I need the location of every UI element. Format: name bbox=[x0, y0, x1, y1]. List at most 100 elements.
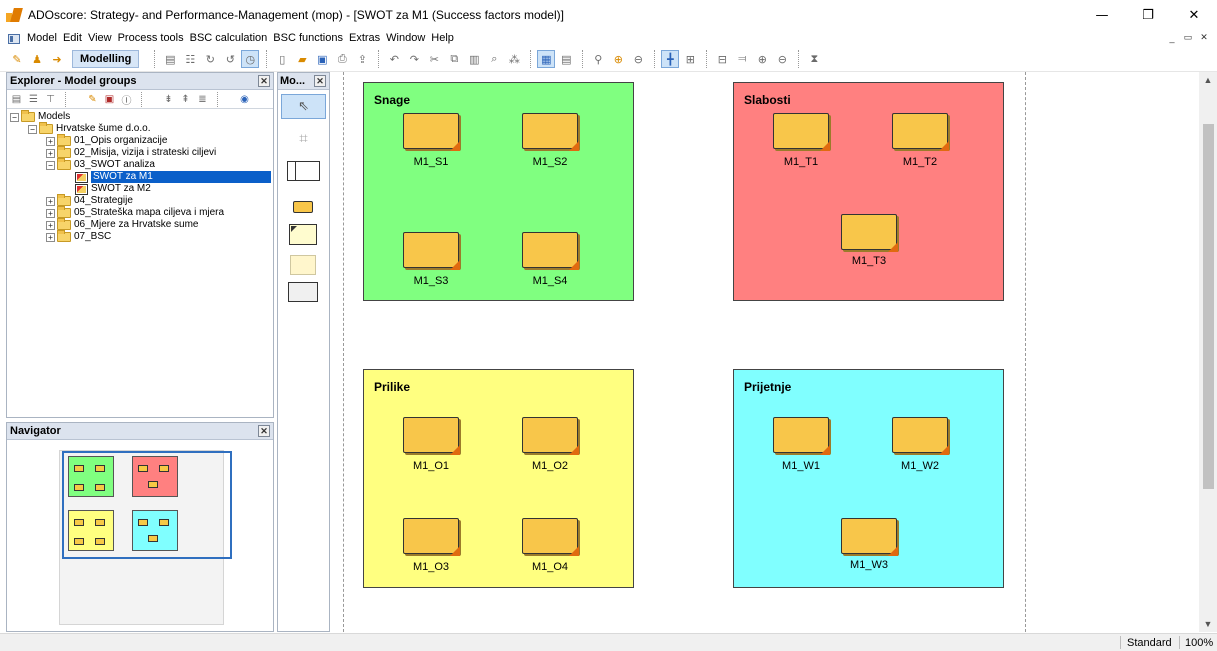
cut-icon[interactable]: ✂ bbox=[425, 50, 443, 68]
note-m1-w2[interactable] bbox=[892, 417, 949, 455]
collapse-icon[interactable]: − bbox=[10, 112, 19, 122]
navigator-viewport[interactable] bbox=[62, 451, 232, 559]
expand-icon[interactable]: + bbox=[46, 136, 55, 146]
layout-icon[interactable]: ⊟ bbox=[713, 50, 731, 68]
note-m1-s1[interactable] bbox=[403, 113, 460, 151]
expand-icon[interactable]: + bbox=[46, 148, 55, 158]
model-group-icon[interactable]: ▣ bbox=[102, 92, 117, 107]
tree-item-bsc[interactable]: + 07_BSC bbox=[7, 230, 273, 243]
note-m1-s4[interactable] bbox=[522, 232, 579, 270]
tree-item-strategije[interactable]: + 04_Strategije bbox=[7, 194, 273, 207]
find-icon[interactable]: ⌕ bbox=[485, 50, 503, 68]
note-m1-t1[interactable] bbox=[773, 113, 830, 151]
quadrant-prilike[interactable]: Prilike M1_O1 M1_O2 M1_O3 M1_O4 bbox=[363, 369, 634, 588]
component-mode-label[interactable]: Modelling bbox=[72, 50, 140, 68]
collapse-icon[interactable]: − bbox=[46, 160, 55, 170]
expand-icon[interactable]: + bbox=[46, 208, 55, 218]
tree-view-icon[interactable]: ☷ bbox=[181, 50, 199, 68]
collapse-all-icon[interactable]: ⇞ bbox=[178, 92, 193, 107]
zoom-icon[interactable]: ⚲ bbox=[589, 50, 607, 68]
analysis-icon[interactable]: ♟ bbox=[28, 50, 46, 68]
document-icon[interactable] bbox=[8, 33, 20, 44]
save-icon[interactable]: ▣ bbox=[313, 50, 331, 68]
area-tool-icon[interactable] bbox=[288, 253, 318, 277]
expand-icon[interactable]: + bbox=[46, 232, 55, 242]
paste-icon[interactable]: ▥ bbox=[465, 50, 483, 68]
grid-view-icon[interactable]: ▦ bbox=[537, 50, 556, 68]
table-view-icon[interactable]: ▤ bbox=[557, 50, 575, 68]
tree-item-swot-za-m2[interactable]: SWOT za M2 bbox=[7, 183, 273, 195]
expand-icon[interactable]: + bbox=[46, 220, 55, 230]
copy-icon[interactable]: ⧉ bbox=[445, 50, 463, 68]
connector-tool-icon[interactable]: ⌗ bbox=[281, 125, 326, 150]
help-icon[interactable]: ◉ bbox=[237, 92, 252, 107]
tree-item-strateska-mapa[interactable]: + 05_Strateška mapa ciljeva i mjera bbox=[7, 206, 273, 219]
note-tool-icon[interactable] bbox=[292, 199, 314, 214]
tree-item-opis-organizacije[interactable]: + 01_Opis organizacije bbox=[7, 134, 273, 147]
note-m1-t3[interactable] bbox=[841, 214, 898, 252]
undo-icon[interactable]: ↶ bbox=[385, 50, 403, 68]
note-m1-o3[interactable] bbox=[403, 518, 460, 556]
export-icon[interactable]: ⇪ bbox=[353, 50, 371, 68]
tree-item-hrvatske-sume[interactable]: − Hrvatske šume d.o.o. bbox=[7, 122, 273, 135]
explorer-close-button[interactable]: ✕ bbox=[258, 75, 270, 87]
note-m1-o4[interactable] bbox=[522, 518, 579, 556]
zoom-out-icon[interactable]: ⊖ bbox=[629, 50, 647, 68]
quadrant-prijetnje[interactable]: Prijetnje M1_W1 M1_W2 M1_W3 bbox=[733, 369, 1004, 588]
scroll-up-icon[interactable]: ▲ bbox=[1199, 72, 1217, 88]
note-m1-o1[interactable] bbox=[403, 417, 460, 455]
note-m1-t2[interactable] bbox=[892, 113, 949, 151]
minimize-button[interactable]: — bbox=[1079, 0, 1125, 30]
navigator-overview[interactable] bbox=[59, 450, 232, 625]
clock-icon[interactable]: ◷ bbox=[241, 50, 260, 68]
expand-icon[interactable]: + bbox=[46, 196, 55, 206]
tree-item-misija-vizija[interactable]: + 02_Misija, vizija i strateski ciljevi bbox=[7, 146, 273, 159]
print-icon[interactable]: ⎙ bbox=[333, 50, 351, 68]
maximize-button[interactable]: ❐ bbox=[1125, 0, 1171, 30]
import-export-icon[interactable]: ➜ bbox=[48, 50, 66, 68]
menu-process-tools[interactable]: Process tools bbox=[115, 30, 187, 47]
model-canvas[interactable]: Snage M1_S1 M1_S2 M1_S3 M1_S4 Slabosti M… bbox=[333, 72, 1199, 632]
redo-icon[interactable]: ↷ bbox=[405, 50, 423, 68]
pointer-tool-icon[interactable]: ⇖ bbox=[281, 94, 326, 119]
scrollbar-thumb[interactable] bbox=[1203, 124, 1214, 489]
refresh-icon[interactable]: ↻ bbox=[201, 50, 219, 68]
zoom-in-icon[interactable]: ⊕ bbox=[609, 50, 627, 68]
note-m1-w3[interactable] bbox=[841, 518, 898, 556]
text-box-tool-icon[interactable] bbox=[288, 222, 318, 246]
edit-icon[interactable]: ✎ bbox=[85, 92, 100, 107]
list-icon[interactable]: ☰ bbox=[26, 92, 41, 107]
group-tool-icon[interactable] bbox=[287, 281, 319, 303]
palette-close-button[interactable]: ✕ bbox=[314, 75, 326, 87]
quadrant-slabosti[interactable]: Slabosti M1_T1 M1_T2 M1_T3 bbox=[733, 82, 1004, 301]
note-m1-s3[interactable] bbox=[403, 232, 460, 270]
collapse-icon[interactable]: − bbox=[28, 124, 37, 134]
vertical-scrollbar[interactable]: ▲ ▼ bbox=[1199, 72, 1217, 632]
tree-item-swot-za-m1[interactable]: SWOT za M1 bbox=[7, 171, 273, 183]
align-vertical-icon[interactable]: ⊖ bbox=[773, 50, 791, 68]
menu-view[interactable]: View bbox=[85, 30, 115, 47]
mdi-restore-button[interactable]: ▭ bbox=[1181, 31, 1195, 44]
menu-extras[interactable]: Extras bbox=[346, 30, 383, 47]
reload-icon[interactable]: ↺ bbox=[221, 50, 239, 68]
modelling-pencil-icon[interactable]: ✎ bbox=[8, 50, 26, 68]
hourglass-icon[interactable]: ⧗ bbox=[805, 50, 823, 68]
swimlane-tool-icon[interactable] bbox=[287, 160, 320, 182]
navigator-close-button[interactable]: ✕ bbox=[258, 425, 270, 437]
close-button[interactable]: ✕ bbox=[1171, 0, 1217, 30]
note-m1-w1[interactable] bbox=[773, 417, 830, 455]
quadrant-snage[interactable]: Snage M1_S1 M1_S2 M1_S3 M1_S4 bbox=[363, 82, 634, 301]
hierarchy-icon[interactable]: ⊤ bbox=[43, 92, 58, 107]
menu-help[interactable]: Help bbox=[428, 30, 457, 47]
filter-icon[interactable]: ≣ bbox=[195, 92, 210, 107]
tree-item-swot-analiza[interactable]: − 03_SWOT analiza bbox=[7, 158, 273, 171]
align-center-icon[interactable]: ⊕ bbox=[753, 50, 771, 68]
menu-bsc-functions[interactable]: BSC functions bbox=[270, 30, 346, 47]
info-bracket-icon[interactable]: Ⓘ bbox=[119, 92, 134, 107]
align-left-icon[interactable]: ⫤ bbox=[733, 50, 751, 68]
mdi-minimize-button[interactable]: _ bbox=[1165, 31, 1179, 44]
menu-window[interactable]: Window bbox=[383, 30, 428, 47]
note-m1-s2[interactable] bbox=[522, 113, 579, 151]
grid-icon[interactable]: ⊞ bbox=[681, 50, 699, 68]
expand-all-icon[interactable]: ⇟ bbox=[161, 92, 176, 107]
